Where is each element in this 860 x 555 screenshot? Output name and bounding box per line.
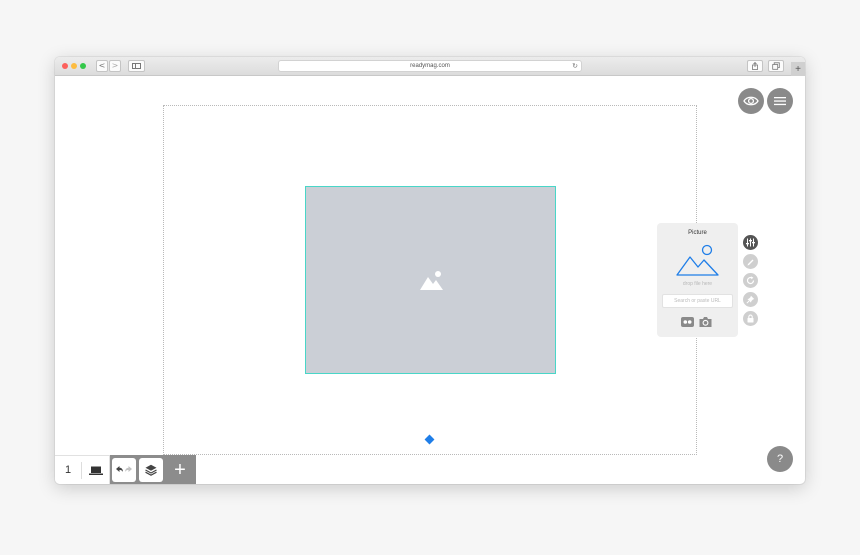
browser-window: < > readymag.com ↻ + Picture drop file h…	[55, 57, 805, 484]
sliders-icon	[746, 238, 755, 247]
zoom-window-button[interactable]	[80, 63, 86, 69]
layers-icon	[145, 464, 157, 476]
drop-image-icon[interactable]	[675, 243, 720, 278]
image-placeholder-icon	[420, 271, 443, 290]
laptop-icon[interactable]	[89, 465, 103, 476]
eye-icon	[743, 96, 759, 106]
help-button[interactable]: ?	[767, 446, 793, 472]
show-tabs-button[interactable]	[768, 60, 784, 72]
flickr-icon[interactable]	[681, 316, 694, 328]
preview-button[interactable]	[738, 88, 764, 114]
pin-icon	[746, 295, 755, 304]
tabs-icon	[772, 62, 780, 70]
sidebar-toggle-button[interactable]	[128, 60, 145, 72]
layers-button[interactable]	[139, 458, 163, 482]
sidebar-icon	[132, 63, 141, 69]
search-url-input[interactable]	[662, 294, 733, 308]
bottom-toolbar: 1 +	[55, 455, 196, 484]
settings-tool[interactable]	[743, 235, 758, 250]
toolbar-divider	[81, 462, 82, 479]
undo-redo-icon	[116, 466, 132, 472]
reload-icon[interactable]: ↻	[572, 61, 578, 72]
share-button[interactable]	[747, 60, 763, 72]
pen-icon	[747, 259, 754, 266]
close-window-button[interactable]	[62, 63, 68, 69]
minimize-window-button[interactable]	[71, 63, 77, 69]
panel-title: Picture	[688, 230, 707, 236]
camera-icon[interactable]	[699, 316, 712, 328]
rotate-tool[interactable]	[743, 273, 758, 288]
rotate-icon	[746, 276, 755, 285]
edit-controls: +	[110, 455, 196, 484]
new-tab-button[interactable]: +	[791, 62, 805, 76]
widget-tools	[743, 235, 759, 330]
titlebar: < > readymag.com ↻ +	[55, 57, 805, 76]
add-button[interactable]: +	[166, 457, 194, 483]
pin-tool[interactable]	[743, 292, 758, 307]
page-selector[interactable]: 1	[55, 455, 110, 484]
edit-tool[interactable]	[743, 254, 758, 269]
picture-panel: Picture drop file here	[657, 223, 738, 337]
undo-redo-button[interactable]	[112, 458, 136, 482]
page-number[interactable]: 1	[65, 464, 71, 476]
forward-button[interactable]: >	[109, 60, 121, 72]
back-button[interactable]: <	[96, 60, 108, 72]
lock-tool[interactable]	[743, 311, 758, 326]
drop-hint: drop file here	[682, 281, 713, 287]
hamburger-icon	[774, 97, 786, 106]
menu-button[interactable]	[767, 88, 793, 114]
address-bar[interactable]: readymag.com ↻	[278, 60, 582, 72]
picture-widget[interactable]	[305, 186, 556, 374]
lock-icon	[747, 314, 754, 323]
share-icon	[752, 62, 758, 70]
url-text: readymag.com	[410, 63, 450, 69]
